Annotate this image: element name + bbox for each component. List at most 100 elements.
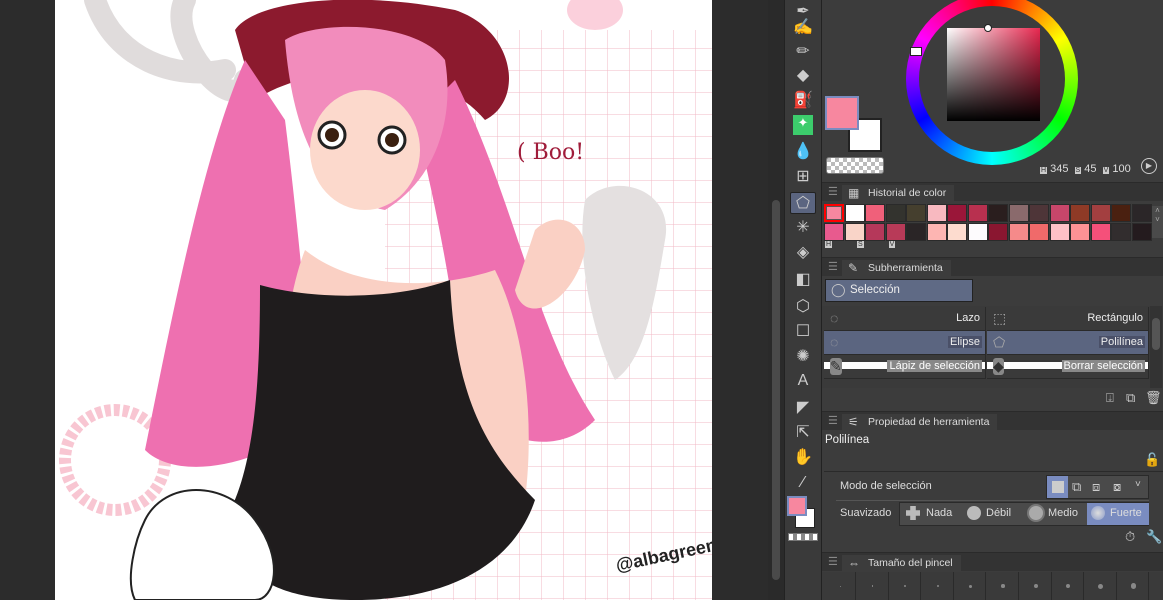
brush-size-preset[interactable] (857, 572, 889, 600)
new-selection-button[interactable] (1047, 476, 1068, 498)
color-history-swatch[interactable] (885, 223, 906, 241)
subtool-polyline[interactable]: ⬠ Polilínea (987, 331, 1149, 355)
color-history-swatch[interactable] (906, 223, 926, 241)
antialias-strong[interactable]: Fuerte (1087, 503, 1149, 525)
operation-tool-icon[interactable]: ⬡ (790, 295, 816, 317)
transparent-color-swatch[interactable] (788, 533, 818, 541)
antialias-weak[interactable]: Débil (963, 503, 1023, 525)
auto-select-tool-icon[interactable]: ✳ (790, 216, 816, 238)
color-history-swatch[interactable] (1090, 223, 1111, 241)
brush-size-preset[interactable] (889, 572, 922, 600)
selection-tool-icon[interactable]: ⬠ (790, 192, 816, 214)
subtool-ellipse[interactable]: ◌ Elipse (824, 331, 986, 355)
history-scroll[interactable]: ˄ ˅ (1152, 206, 1163, 238)
color-history-swatch[interactable] (1029, 204, 1049, 222)
brush-size-preset[interactable] (1052, 572, 1085, 600)
color-history-swatch[interactable] (947, 204, 967, 222)
color-history-swatch[interactable] (1090, 204, 1111, 222)
selection-mode-buttons: ⧉ ⧈ ⧇ ˅ (1046, 475, 1149, 499)
color-history-swatch[interactable] (1131, 223, 1152, 241)
color-history-swatch[interactable] (967, 204, 988, 222)
color-history-swatch[interactable] (926, 223, 947, 241)
brush-size-preset[interactable] (1020, 572, 1052, 600)
airbrush-tool-icon[interactable]: ⛽ (790, 89, 816, 111)
figure-ruler-tool-icon[interactable]: ⊞ (790, 165, 816, 187)
object-tool-icon[interactable]: ⇱ (790, 421, 816, 443)
color-history-swatch[interactable] (988, 223, 1008, 241)
color-history-swatch[interactable] (906, 204, 926, 222)
antialias-none[interactable]: Nada (902, 503, 962, 525)
saturation-value-square[interactable] (947, 28, 1040, 121)
pencil-tool-icon[interactable]: ✏ (790, 40, 816, 62)
antialias-medium[interactable]: Medio (1025, 503, 1085, 525)
brush-size-preset[interactable] (987, 572, 1019, 600)
color-history-swatch[interactable] (926, 204, 947, 222)
decoration-tool-icon[interactable]: ✦ (790, 114, 816, 136)
fill-tool-icon[interactable]: ◈ (790, 241, 816, 263)
drawing-canvas[interactable]: ( Boo! @albagreen (55, 0, 712, 600)
hue-cursor[interactable] (910, 47, 922, 56)
subtool-scrollbar[interactable] (1150, 306, 1162, 388)
wrench-icon[interactable]: 🔧 (1146, 529, 1162, 545)
color-history-swatch[interactable] (1070, 223, 1090, 241)
sv-cursor[interactable] (984, 24, 992, 32)
eyedropper-tool-icon[interactable]: ⁄ (790, 472, 816, 494)
text-tool-icon[interactable]: A (790, 370, 816, 392)
color-history-swatch[interactable] (1111, 223, 1131, 241)
color-history-swatch[interactable] (967, 223, 988, 241)
subtool-erase-selection[interactable]: ◆ Borrar selección (987, 355, 1149, 379)
color-history-swatch[interactable] (824, 204, 844, 222)
brush-size-preset[interactable] (1085, 572, 1117, 600)
color-history-swatch[interactable] (1029, 223, 1049, 241)
gradient-tool-icon[interactable]: ◧ (790, 268, 816, 290)
intersect-selection-button[interactable]: ⧇ (1113, 479, 1121, 495)
chevron-down-icon[interactable]: ˅ (1135, 479, 1141, 490)
scrollbar-thumb[interactable] (772, 200, 780, 580)
hand-tool-icon[interactable]: ✋ (790, 446, 816, 468)
transparent-color-box[interactable] (826, 157, 884, 174)
subtool-lasso[interactable]: ◌ Lazo (824, 307, 986, 331)
blend-tool-icon[interactable]: 💧 (790, 140, 816, 162)
brush-size-preset[interactable] (1117, 572, 1150, 600)
main-color-swatch[interactable] (787, 496, 807, 516)
frame-tool-icon[interactable]: ☐ (790, 320, 816, 342)
main-color-box[interactable] (825, 96, 859, 130)
lock-icon[interactable]: 🔓 (1144, 452, 1160, 468)
play-icon[interactable]: ▶ (1141, 158, 1157, 174)
canvas-vertical-scrollbar[interactable] (768, 0, 784, 600)
color-history-swatch[interactable] (1049, 223, 1070, 241)
color-history-swatch[interactable] (1111, 204, 1131, 222)
color-history-swatch[interactable] (1008, 223, 1029, 241)
eraser-tool-icon[interactable]: ◆ (790, 64, 816, 86)
subtool-rectangle[interactable]: ⬚ Rectángulo (987, 307, 1149, 331)
color-history-swatch[interactable] (865, 204, 885, 222)
subtool-header: ☰ ✎ Subherramienta (822, 257, 1163, 277)
canvas-area[interactable]: ( Boo! @albagreen (0, 0, 768, 600)
color-history-swatch[interactable] (844, 223, 865, 241)
brush-size-list (822, 572, 1163, 600)
subtract-selection-button[interactable]: ⧈ (1092, 479, 1100, 495)
color-history-swatch[interactable] (1070, 204, 1090, 222)
color-history-swatch[interactable] (824, 223, 844, 241)
subtool-group-selection[interactable]: ◯ Selección (825, 279, 973, 302)
import-subtool-icon[interactable]: ⍗ (1106, 390, 1114, 406)
speed-lines-tool-icon[interactable]: ✺ (790, 345, 816, 367)
color-history-swatch[interactable] (1049, 204, 1070, 222)
ruler-tool-icon[interactable]: ◤ (790, 396, 816, 418)
delete-subtool-icon[interactable]: 🗑 (1145, 390, 1162, 406)
subtool-selection-pen[interactable]: ✎ Lápiz de selección (824, 355, 986, 379)
color-history-swatch[interactable] (1131, 204, 1152, 222)
color-history-swatch[interactable] (844, 204, 865, 222)
color-history-swatch[interactable] (865, 223, 885, 241)
color-history-swatch[interactable] (988, 204, 1008, 222)
brush-tool-icon[interactable]: ✍ (790, 16, 816, 38)
add-selection-button[interactable]: ⧉ (1072, 479, 1081, 495)
color-history-swatch[interactable] (1008, 204, 1029, 222)
brush-size-preset[interactable] (922, 572, 954, 600)
duplicate-subtool-icon[interactable]: ⧉ (1126, 390, 1135, 406)
brush-size-preset[interactable] (824, 572, 856, 600)
color-history-swatch[interactable] (947, 223, 967, 241)
timer-icon[interactable]: ⏱ (1125, 529, 1135, 545)
brush-size-preset[interactable] (954, 572, 987, 600)
color-history-swatch[interactable] (885, 204, 906, 222)
